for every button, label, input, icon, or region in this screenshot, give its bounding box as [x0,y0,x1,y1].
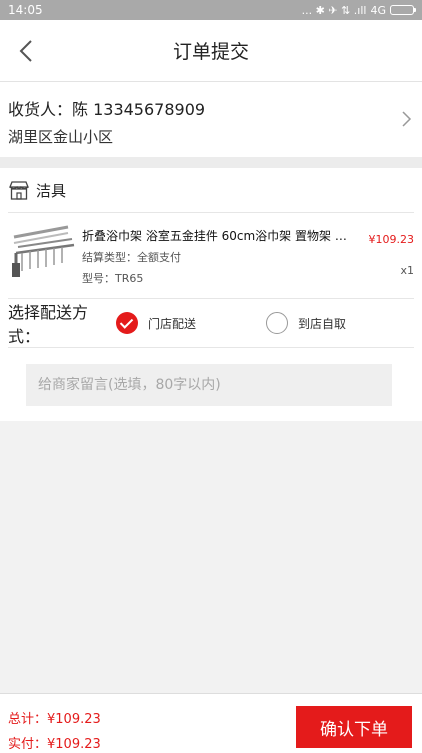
status-time: 14:05 [8,3,43,17]
delivery-label: 选择配送方式： [8,303,89,346]
total-amount: 总计：¥109.23 [8,712,101,727]
status-icons: ... ✱ ✈ ⇅ .ıll [301,3,367,17]
checked-radio-icon[interactable] [116,312,138,334]
delivery-option-label: 到店自取 [298,316,347,331]
product-model: 型号：TR65 [82,272,144,285]
delivery-option-store-delivery[interactable]: 门店配送 [116,312,196,334]
shop-name: 洁具 [36,181,67,200]
paid-amount: 实付：¥109.23 [8,737,101,752]
page-title: 订单提交 [172,41,249,63]
delivery-method: 选择配送方式： 门店配送 到店自取 [8,299,414,348]
delivery-option-pickup[interactable]: 到店自取 [266,312,346,334]
order-card: 洁具 折叠浴巾架 浴室五金挂件 60cm浴巾架 置物架 毛巾架 结算类型：全额支… [0,168,422,421]
status-indicators: ... ✱ ✈ ⇅ .ıll 4G [301,3,416,17]
checkout-bar: 总计：¥109.23 实付：¥109.23 确认下单 [0,693,422,753]
address-text: 湖里区金山小区 [8,128,114,146]
product-price: ¥109.23 [368,233,415,246]
payment-type: 结算类型：全额支付 [82,251,181,264]
product-quantity: x1 [400,264,414,277]
chevron-right-icon [402,111,412,127]
shop-header: 洁具 [8,168,414,213]
shop-icon [9,181,29,200]
unchecked-radio-icon[interactable] [266,312,289,334]
delivery-option-label: 门店配送 [148,316,197,331]
status-bar: 14:05 ... ✱ ✈ ⇅ .ıll 4G [0,0,422,20]
battery-icon [390,5,416,15]
product-name: 折叠浴巾架 浴室五金挂件 60cm浴巾架 置物架 毛巾架 [82,229,352,243]
message-section [8,348,414,406]
receiver-info: 收货人：陈 13345678909 [8,100,206,119]
address-section[interactable]: 收货人：陈 13345678909 湖里区金山小区 [0,82,422,157]
section-divider [0,157,422,168]
network-label: 4G [370,3,386,17]
nav-bar: 订单提交 [0,20,422,82]
back-arrow-icon[interactable] [16,38,38,64]
confirm-order-button[interactable]: 确认下单 [296,706,412,748]
product-thumbnail [10,223,76,279]
product-row[interactable]: 折叠浴巾架 浴室五金挂件 60cm浴巾架 置物架 毛巾架 结算类型：全额支付 型… [8,213,414,299]
merchant-message-input[interactable] [26,364,392,406]
